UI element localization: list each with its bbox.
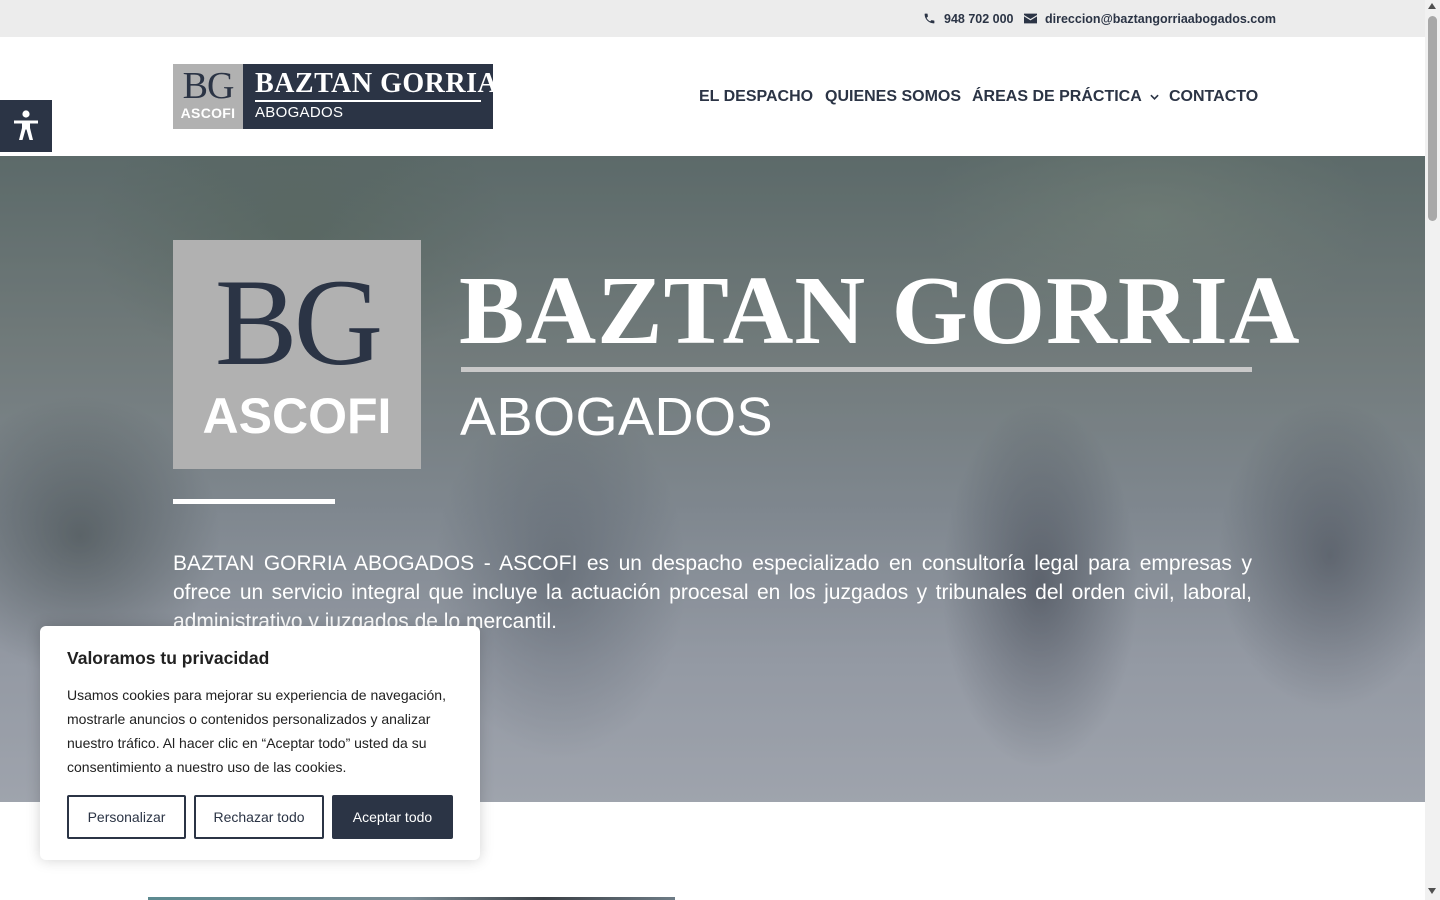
reject-all-button[interactable]: Rechazar todo	[194, 795, 324, 839]
logo-divider	[255, 100, 481, 102]
hero-monogram-sub: ASCOFI	[202, 388, 392, 444]
hero-subtitle: ABOGADOS	[460, 387, 774, 447]
hero-title: BAZTAN GORRIA	[459, 257, 1301, 365]
nav-link-areas-de-practica[interactable]: ÁREAS DE PRÁCTICA	[972, 88, 1159, 106]
nav-label-areas-de-practica: ÁREAS DE PRÁCTICA	[972, 87, 1142, 105]
nav-link-quienes-somos[interactable]: QUIENES SOMOS	[825, 88, 961, 106]
logo-monogram-sub: ASCOFI	[180, 105, 236, 121]
cookie-title: Valoramos tu privacidad	[67, 648, 270, 668]
logo-name: BAZTAN GORRIA	[255, 68, 499, 99]
page-scrollbar[interactable]	[1425, 0, 1440, 900]
nav-link-contacto[interactable]: CONTACTO	[1169, 88, 1258, 106]
hero-description: BAZTAN GORRIA ABOGADOS - ASCOFI es un de…	[173, 552, 1252, 633]
hero-accent-line	[173, 499, 335, 504]
phone-icon	[924, 13, 935, 24]
accessibility-button[interactable]	[0, 100, 52, 152]
topbar-phone-text: 948 702 000	[944, 11, 1014, 26]
nav-item-quienes-somos: QUIENES SOMOS	[825, 37, 961, 156]
customize-button[interactable]: Personalizar	[67, 795, 186, 839]
logo-monogram: BG ASCOFI	[173, 64, 243, 129]
cookie-text: Usamos cookies para mejorar su experienc…	[67, 687, 446, 775]
top-bar: 948 702 000 direccion@baztangorriaabogad…	[0, 0, 1425, 37]
accessibility-icon	[14, 110, 38, 140]
logo-text: BAZTAN GORRIA ABOGADOS	[243, 64, 498, 129]
topbar-phone[interactable]: 948 702 000	[923, 0, 1014, 37]
nav-item-areas-de-practica: ÁREAS DE PRÁCTICA	[972, 37, 1159, 156]
hero-title-divider	[461, 367, 1252, 372]
logo-monogram-letters: BG	[182, 65, 235, 107]
topbar-email[interactable]: direccion@baztangorriaabogados.com	[1024, 0, 1276, 37]
nav-link-el-despacho[interactable]: EL DESPACHO	[699, 88, 813, 106]
nav-item-el-despacho: EL DESPACHO	[699, 37, 813, 156]
hero-monogram-letters: BG	[214, 254, 383, 391]
cookie-consent-dialog: Valoramos tu privacidad Usamos cookies p…	[40, 626, 480, 860]
nav-item-contacto: CONTACTO	[1169, 37, 1258, 156]
scrollbar-thumb[interactable]	[1428, 16, 1437, 221]
site-logo[interactable]: BG ASCOFI BAZTAN GORRIA ABOGADOS	[173, 64, 498, 129]
envelope-icon	[1024, 13, 1037, 24]
topbar-email-text: direccion@baztangorriaabogados.com	[1045, 11, 1276, 26]
chevron-down-icon	[1150, 94, 1159, 100]
scroll-up-icon[interactable]	[1428, 3, 1436, 9]
logo-subtitle: ABOGADOS	[255, 104, 344, 121]
scroll-down-icon[interactable]	[1428, 888, 1436, 894]
accept-all-button[interactable]: Aceptar todo	[332, 795, 453, 839]
hero-monogram: BG ASCOFI	[173, 240, 421, 469]
site-header: BG ASCOFI BAZTAN GORRIA ABOGADOS EL DESP…	[0, 37, 1425, 156]
